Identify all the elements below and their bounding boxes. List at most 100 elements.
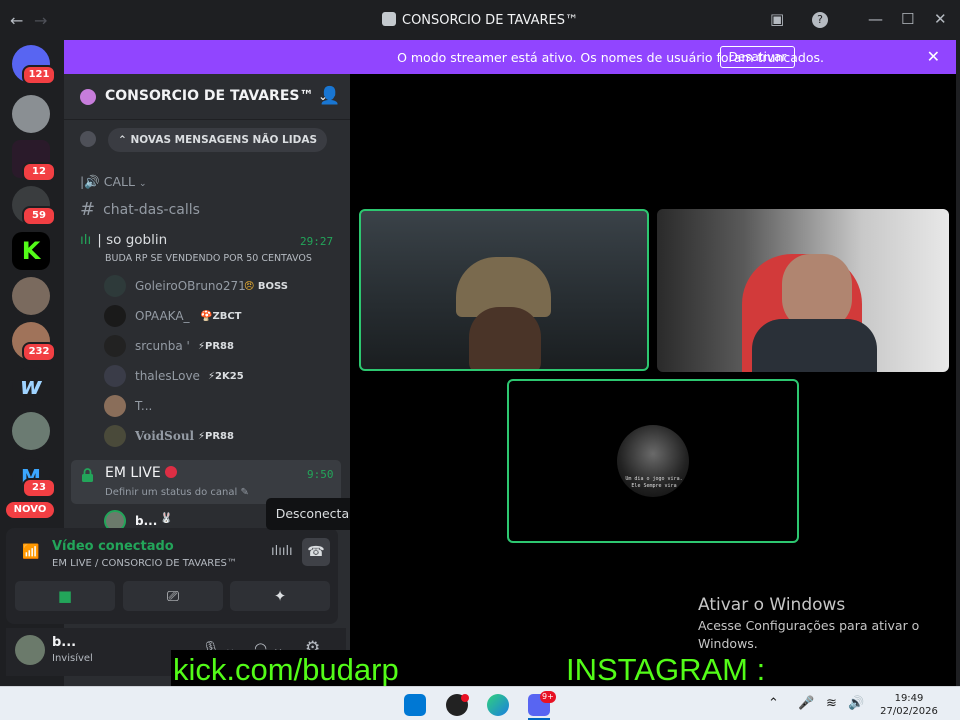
notification-dot [461,694,469,702]
avatar [104,305,126,327]
video-grid: Um dia o jogo vira. Ele Sempre vira [350,74,956,686]
voice-channel-status: BUDA RP SE VENDENDO POR 50 CENTAVOS [105,253,312,264]
mention-badge: 59 [22,206,56,226]
member-tag: ⚡2K25 [208,371,244,382]
streamer-mode-banner: O modo streamer está ativo. Os nomes de … [64,40,956,74]
mushroom-icon: 🍄 [200,311,213,322]
screen-share-icon: ⎚ [166,587,179,605]
disable-streamer-button[interactable]: Desativar [720,46,795,68]
title-bar: ← → CONSORCIO DE TAVARES™ ▣ ? — ☐ ✕ [0,0,960,40]
member-name: thalesLove [135,369,200,383]
voice-connection-panel: 📶 Vídeo conectado EM LIVE / CONSORCIO DE… [6,528,338,624]
hang-up-icon: ☎ [307,544,325,560]
bunny-icon: 🐰 [160,513,173,524]
edge-browser-icon[interactable] [487,694,509,716]
avatar-caption: Um dia o jogo vira. Ele Sempre vira [625,476,683,489]
server-icon[interactable] [12,412,50,450]
unread-messages-pill[interactable]: ⌃ NOVAS MENSAGENS NÃO LIDAS [108,128,328,152]
member-tag: ⚡PR88 [198,341,234,352]
avatar [104,365,126,387]
participant-face [469,307,541,369]
participant-face [782,254,852,329]
activities-button[interactable]: ✦ [230,581,330,611]
windows-start-icon[interactable] [404,694,426,716]
chevron-up-icon[interactable]: ⌃ [768,696,779,711]
activities-icon: ✦ [273,587,287,605]
channel-status-input[interactable]: Definir um status do canal ✎ [105,487,249,498]
help-icon[interactable]: ? [812,12,828,28]
video-tile-avatar-only[interactable]: Um dia o jogo vira. Ele Sempre vira [507,379,799,543]
lightning-icon: ⚡ [198,341,206,352]
screen-share-button[interactable]: ⎚ [123,581,223,611]
disconnect-button[interactable]: ☎ [302,538,330,566]
discord-window: ← → CONSORCIO DE TAVARES™ ▣ ? — ☐ ✕ O mo… [0,0,960,720]
voice-status-title: Vídeo conectado [52,539,174,554]
emoji-icon: 😠 [244,281,255,292]
kick-overlay-text: kick.com/budarp [171,650,401,690]
user-name: b... [52,635,77,650]
video-tile[interactable] [657,209,949,372]
avatar [104,335,126,357]
minimize-icon[interactable]: — [868,10,883,28]
wifi-icon[interactable]: ≋ [826,696,837,711]
signal-icon[interactable]: 📶 [22,544,39,560]
voice-status-subtitle: EM LIVE / CONSORCIO DE TAVARES™ [52,558,237,569]
windows-activation-body: Acesse Configurações para ativar o Windo… [698,618,920,651]
camera-button[interactable]: ■ [15,581,115,611]
video-camera-icon: ■ [57,587,73,605]
banner-close-icon[interactable]: ✕ [927,47,940,66]
red-circle-icon [165,466,178,478]
windows-taskbar: 9+ ⌃ 🎤 ≋ 🔊 19:49 27/02/2026 [0,686,960,720]
user-status: Invisível [52,653,93,664]
member-name: OPAAKA_ [135,309,190,323]
inbox-icon[interactable]: ▣ [770,10,784,28]
chevron-down-icon: ⌄ [138,179,147,189]
close-icon[interactable]: ✕ [934,10,947,28]
hash-icon: # [80,199,96,220]
server-boost-icon [80,89,96,105]
member-tag: ⚡PR88 [198,431,234,442]
lock-icon [82,468,93,482]
noise-suppression-icon[interactable]: ılıılı [271,544,293,559]
participant-shirt [752,319,877,372]
avatar [104,395,126,417]
channel-name: EM LIVE [105,465,178,481]
voice-channel-timer: 29:27 [300,235,334,248]
voice-activity-icon: ılı [80,232,92,248]
member-name: VoidSoul [135,429,195,443]
chevron-up-icon: ⌃ [118,134,127,146]
server-icon[interactable] [12,95,50,133]
member-tag: 🍄ZBCT [200,311,242,322]
text-channel-chat-das-calls[interactable]: # chat-das-calls [80,199,200,220]
server-header[interactable]: CONSORCIO DE TAVARES™ ⌄ 👤 [64,74,350,120]
avatar [104,275,126,297]
member-tag: 😠 BOSS [244,281,288,292]
voice-channel-so-goblin[interactable]: ılı | so goblin [80,232,167,248]
speaker-icon: 🔊 [84,174,100,189]
lightning-icon: ⚡ [208,371,216,382]
discord-taskbar-badge: 9+ [540,691,556,703]
user-avatar[interactable] [15,635,45,665]
mention-badge: 23 [22,478,56,498]
voice-channel-timer: 9:50 [307,468,334,481]
banner-message: O modo streamer está ativo. Os nomes de … [397,50,824,65]
video-tile[interactable] [359,209,649,371]
server-icon[interactable] [12,277,50,315]
member-name: b... [135,514,158,528]
threads-icon [80,131,96,147]
kick-server-icon[interactable]: K [12,232,50,270]
member-name: T... [135,399,153,413]
volume-icon[interactable]: 🔊 [848,696,864,711]
maximize-icon[interactable]: ☐ [901,10,914,28]
pencil-icon: ✎ [240,487,249,498]
new-badge: NOVO [6,502,54,518]
lightning-icon: ⚡ [198,431,206,442]
microphone-icon[interactable]: 🎤 [798,696,814,711]
server-icon[interactable]: w [12,367,50,405]
member-name: GoleiroOBruno271 [135,279,246,293]
mention-badge: 232 [22,342,56,362]
system-clock[interactable]: 19:49 27/02/2026 [876,692,942,718]
invite-people-icon[interactable]: 👤 [319,86,340,106]
category-call[interactable]: |🔊 CALL ⌄ [80,174,147,190]
windows-activation-title: Ativar o Windows [698,595,846,615]
